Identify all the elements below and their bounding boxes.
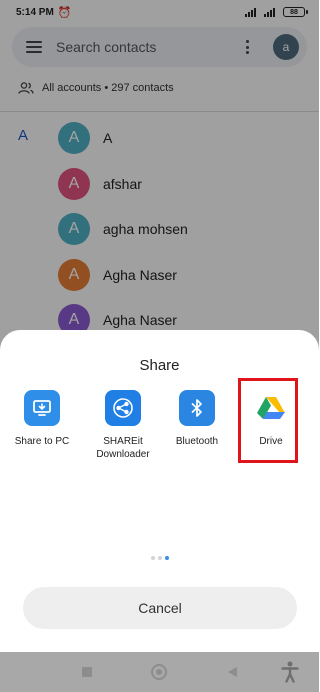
share-target-share-to-pc[interactable]: Share to PC bbox=[2, 390, 82, 448]
recents-icon[interactable] bbox=[82, 667, 92, 677]
shareit-icon bbox=[105, 390, 141, 426]
share-title: Share bbox=[139, 357, 180, 374]
share-to-pc-icon bbox=[24, 390, 60, 426]
cancel-button[interactable]: Cancel bbox=[23, 587, 297, 629]
accessibility-icon[interactable] bbox=[281, 661, 299, 683]
page-dot-active bbox=[164, 556, 169, 560]
share-target-label: SHAREit Downloader bbox=[96, 436, 150, 460]
share-target-shareit[interactable]: SHAREit Downloader bbox=[83, 390, 163, 461]
page-dot bbox=[157, 556, 162, 560]
highlight-box bbox=[238, 378, 298, 463]
share-target-label: Bluetooth bbox=[175, 436, 219, 447]
back-icon[interactable] bbox=[228, 667, 237, 677]
page-dot bbox=[150, 556, 155, 560]
share-sheet: Share Share to PC SHAREit Downloader Blu… bbox=[0, 330, 319, 652]
bluetooth-icon bbox=[179, 390, 215, 426]
share-target-bluetooth[interactable]: Bluetooth bbox=[157, 390, 237, 448]
share-target-label: Share to PC bbox=[14, 436, 70, 447]
page-indicator bbox=[0, 556, 319, 560]
navigation-bar bbox=[0, 652, 319, 692]
home-icon[interactable] bbox=[151, 664, 167, 680]
